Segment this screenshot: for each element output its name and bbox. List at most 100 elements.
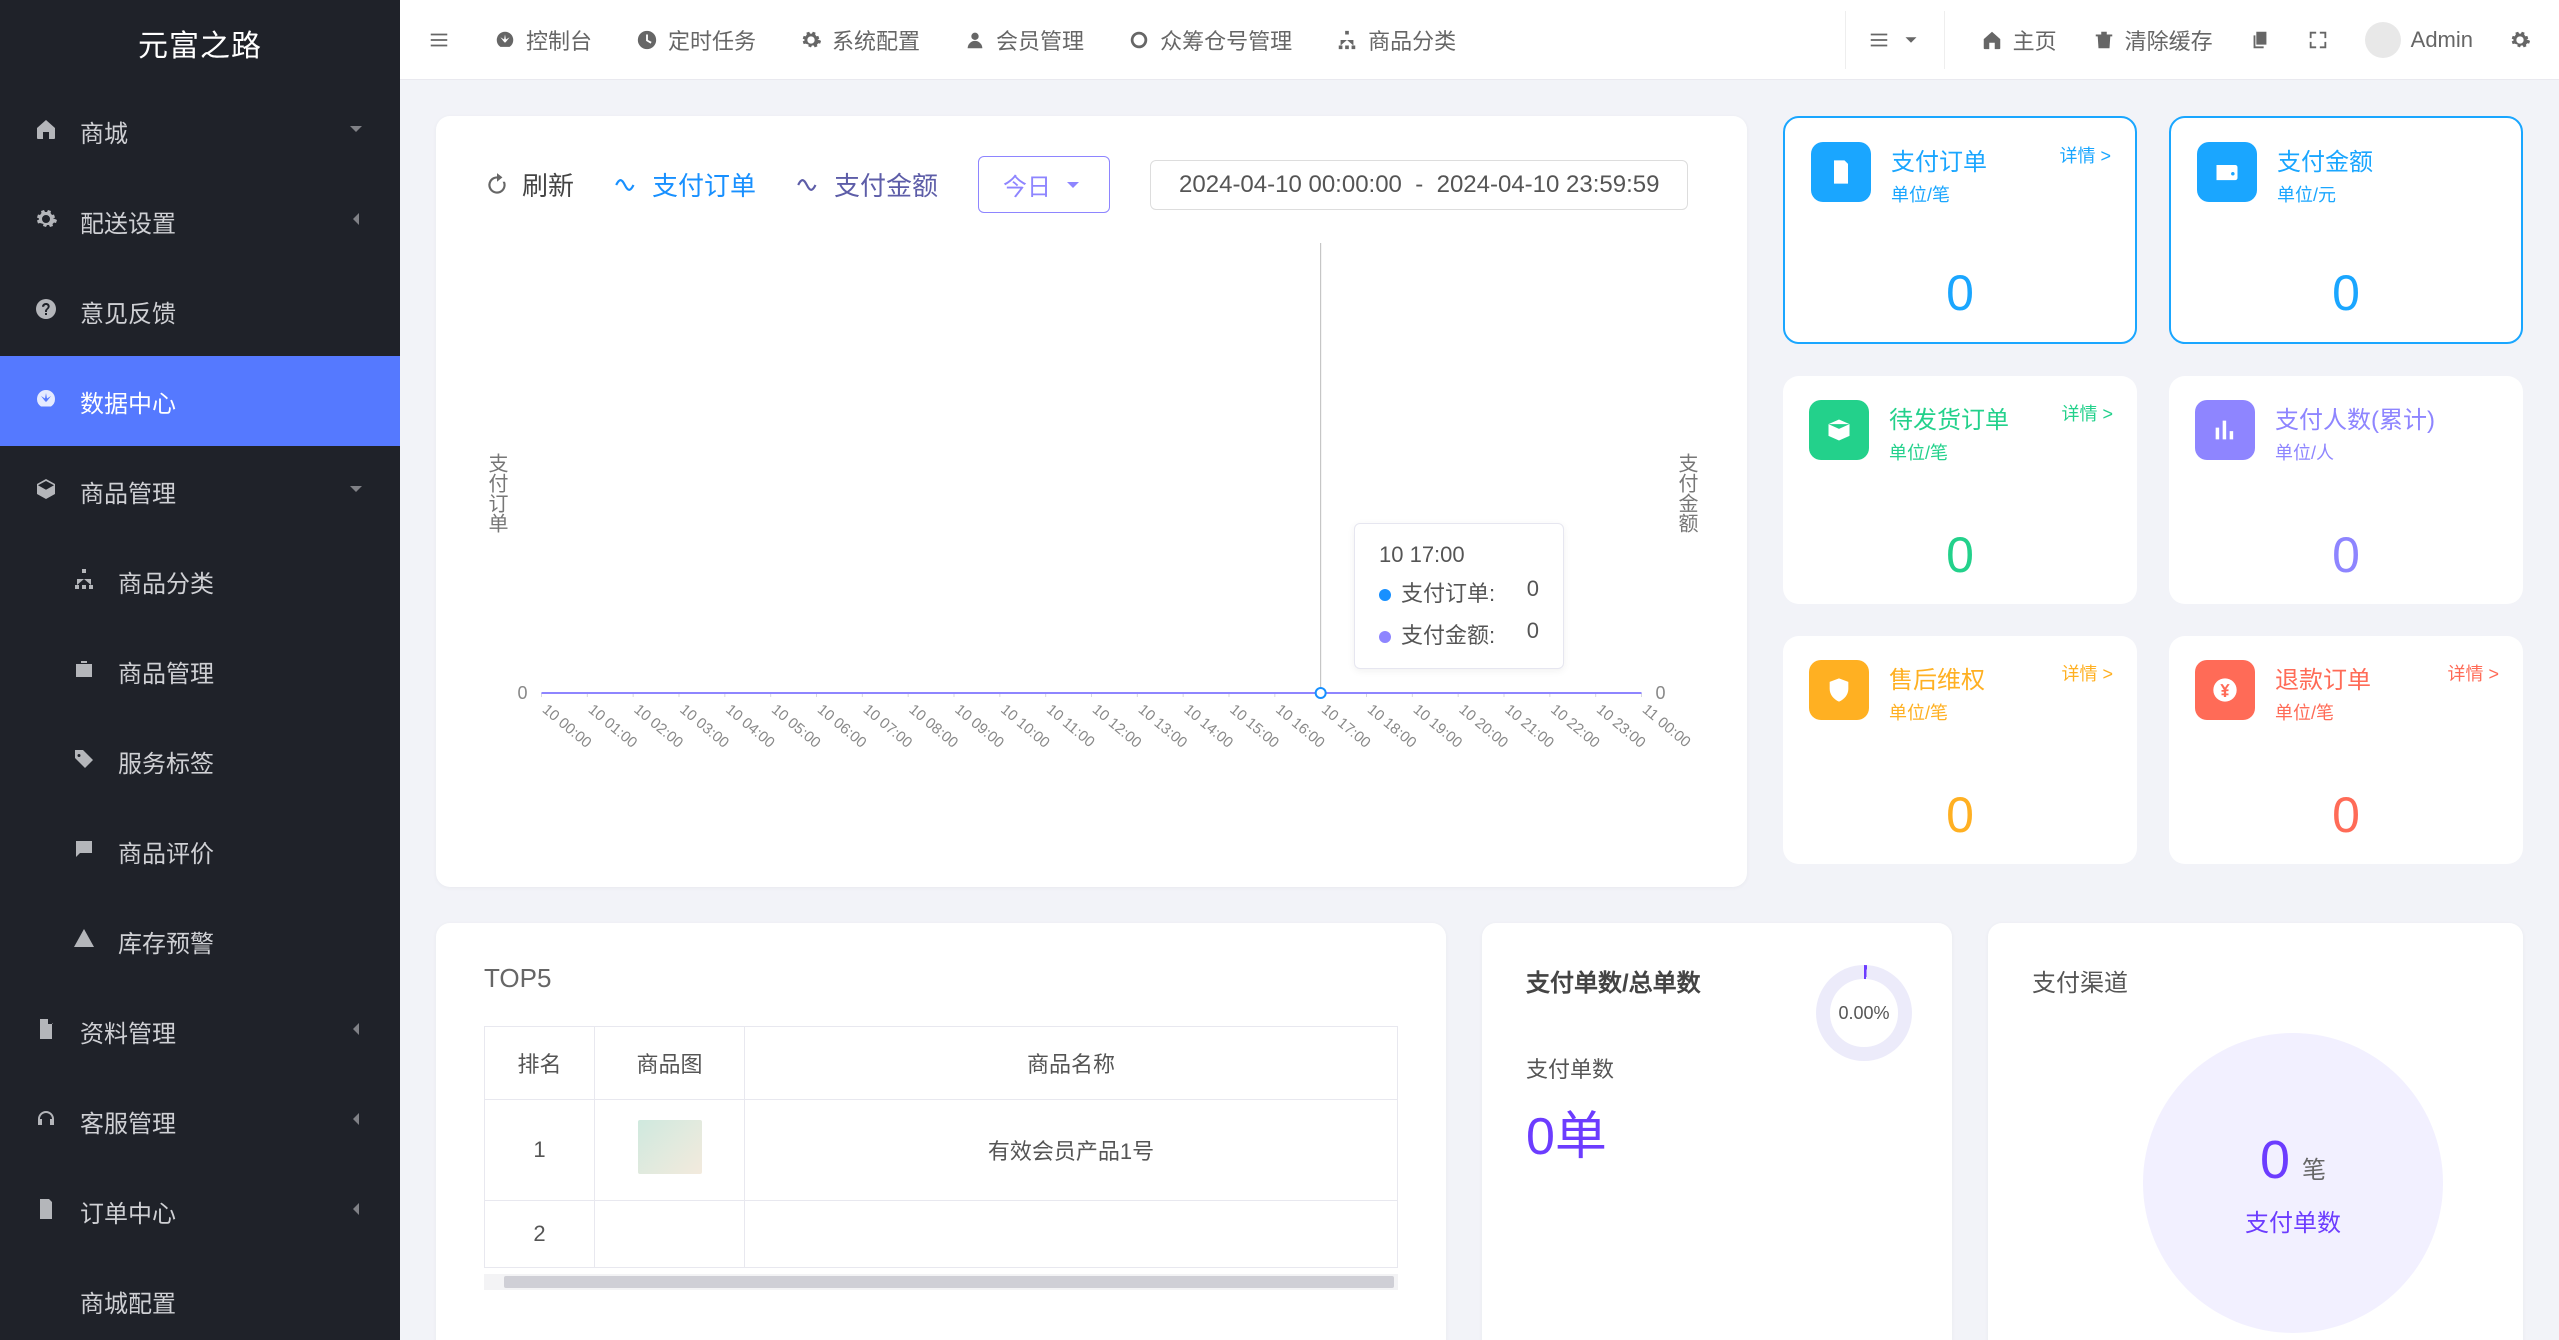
sidebar-item-label: 服务标签 bbox=[118, 744, 214, 779]
home-icon bbox=[32, 117, 60, 145]
topbar-item-label: 定时任务 bbox=[668, 24, 756, 56]
table-row[interactable]: 1有效会员产品1号 bbox=[485, 1100, 1398, 1201]
stat-card-4: 售后维权单位/笔详情 >0 bbox=[1783, 636, 2137, 864]
sidebar-item-11[interactable]: 客服管理 bbox=[0, 1076, 400, 1166]
stat-card-3: 支付人数(累计)单位/人0 bbox=[2169, 376, 2523, 604]
sidebar-item-4[interactable]: 商品管理 bbox=[0, 446, 400, 536]
sidebar-item-12[interactable]: 订单中心 bbox=[0, 1166, 400, 1256]
warn-icon bbox=[70, 927, 98, 955]
date-to: 2024-04-10 23:59:59 bbox=[1437, 171, 1660, 198]
top5-title: TOP5 bbox=[484, 963, 1398, 994]
sidebar-item-3[interactable]: 数据中心 bbox=[0, 356, 400, 446]
sidebar-item-2[interactable]: 意见反馈 bbox=[0, 266, 400, 356]
svg-text:10 02:00: 10 02:00 bbox=[631, 701, 687, 752]
topbar-item-label: 会员管理 bbox=[996, 24, 1084, 56]
top5-col-2: 商品名称 bbox=[745, 1027, 1398, 1100]
comment-icon bbox=[70, 837, 98, 865]
topbar-item-5[interactable]: 众筹仓号管理 bbox=[1128, 24, 1292, 56]
chart-area: 支付订单 支付金额 0010 00:0010 01:0010 02:0010 0… bbox=[484, 223, 1699, 863]
stat-detail-link[interactable]: 详情 > bbox=[2059, 142, 2111, 168]
series-amount-label: 支付金额 bbox=[834, 166, 938, 203]
date-from: 2024-04-10 00:00:00 bbox=[1179, 171, 1402, 198]
stat-unit: 单位/元 bbox=[2277, 181, 2373, 207]
top5-table: 排名商品图商品名称 1有效会员产品1号2 bbox=[484, 1026, 1398, 1268]
sidebar-item-13[interactable]: 商城配置 bbox=[0, 1256, 400, 1340]
chevron-left-icon bbox=[344, 1197, 368, 1225]
svg-text:0: 0 bbox=[1656, 683, 1666, 703]
topbar-expand[interactable] bbox=[2307, 29, 2329, 51]
name-cell bbox=[745, 1201, 1398, 1268]
bar-icon bbox=[2195, 400, 2255, 460]
sidebar-item-7[interactable]: 服务标签 bbox=[0, 716, 400, 806]
tag-icon bbox=[70, 747, 98, 775]
date-range-today[interactable]: 今日 bbox=[978, 156, 1110, 213]
topbar-item-1[interactable]: 控制台 bbox=[494, 24, 592, 56]
gear-icon bbox=[2509, 29, 2531, 51]
stat-card-0: 支付订单单位/笔详情 >0 bbox=[1783, 116, 2137, 344]
sidebar-item-label: 订单中心 bbox=[80, 1194, 176, 1229]
series-toggle-orders[interactable]: 支付订单 bbox=[614, 166, 756, 203]
topbar-item-0[interactable] bbox=[428, 29, 450, 51]
sidebar-item-10[interactable]: 资料管理 bbox=[0, 986, 400, 1076]
sidebar-item-0[interactable]: 商城 bbox=[0, 86, 400, 176]
gear-icon bbox=[32, 207, 60, 235]
ratio-value: 0单 bbox=[1526, 1094, 1908, 1169]
sidebar-item-5[interactable]: 商品分类 bbox=[0, 536, 400, 626]
stat-value: 0 bbox=[2197, 264, 2495, 322]
sidebar-item-8[interactable]: 商品评价 bbox=[0, 806, 400, 896]
stat-detail-link[interactable]: 详情 > bbox=[2061, 660, 2113, 686]
topbar-user[interactable]: Admin bbox=[2365, 22, 2473, 58]
svg-text:10 17:00: 10 17:00 bbox=[1318, 701, 1374, 752]
sidebar-item-label: 商品分类 bbox=[118, 564, 214, 599]
sitemap-icon bbox=[70, 567, 98, 595]
series-toggle-amount[interactable]: 支付金额 bbox=[796, 166, 938, 203]
wave-icon bbox=[796, 172, 822, 198]
content-scroll[interactable]: 刷新 支付订单 支付金额 今日 bbox=[400, 80, 2559, 1340]
topbar-copy[interactable] bbox=[2249, 29, 2271, 51]
tooltip-s2-val: 0 bbox=[1527, 618, 1539, 650]
chevron-down-icon bbox=[344, 117, 368, 145]
svg-text:10 12:00: 10 12:00 bbox=[1089, 701, 1145, 752]
sidebar-item-1[interactable]: 配送设置 bbox=[0, 176, 400, 266]
stat-detail-link[interactable]: 详情 > bbox=[2447, 660, 2499, 686]
doc-icon bbox=[1811, 142, 1871, 202]
bars-icon bbox=[428, 29, 450, 51]
topbar-clear-cache[interactable]: 清除缓存 bbox=[2093, 24, 2213, 56]
tooltip-s1-val: 0 bbox=[1527, 576, 1539, 608]
svg-text:10 14:00: 10 14:00 bbox=[1181, 701, 1237, 752]
dash-icon bbox=[32, 387, 60, 415]
stat-title: 支付人数(累计) bbox=[2275, 400, 2435, 435]
refresh-icon bbox=[484, 172, 510, 198]
topbar-item-2[interactable]: 定时任务 bbox=[636, 24, 756, 56]
chevron-left-icon bbox=[344, 1107, 368, 1135]
channel-label: 支付单数 bbox=[2245, 1203, 2341, 1238]
chart-card: 刷新 支付订单 支付金额 今日 bbox=[436, 116, 1747, 887]
stat-value: 0 bbox=[1809, 786, 2111, 844]
svg-text:10 04:00: 10 04:00 bbox=[722, 701, 778, 752]
gear-icon bbox=[800, 29, 822, 51]
refresh-button[interactable]: 刷新 bbox=[484, 166, 574, 203]
svg-text:10 16:00: 10 16:00 bbox=[1272, 701, 1328, 752]
stat-card-2: 待发货订单单位/笔详情 >0 bbox=[1783, 376, 2137, 604]
topbar-menu-dropdown[interactable] bbox=[1845, 11, 1945, 69]
date-range-picker[interactable]: 2024-04-10 00:00:00 - 2024-04-10 23:59:5… bbox=[1150, 160, 1688, 210]
topbar-item-3[interactable]: 系统配置 bbox=[800, 24, 920, 56]
sidebar-item-label: 商品管理 bbox=[118, 654, 214, 689]
sidebar-item-9[interactable]: 库存预警 bbox=[0, 896, 400, 986]
topbar-settings[interactable] bbox=[2509, 29, 2531, 51]
topbar-item-4[interactable]: 会员管理 bbox=[964, 24, 1084, 56]
ratio-gauge-value: 0.00% bbox=[1830, 979, 1897, 1046]
trash-icon bbox=[2093, 29, 2115, 51]
top5-horizontal-scrollbar[interactable] bbox=[484, 1274, 1398, 1290]
topbar-home[interactable]: 主页 bbox=[1981, 24, 2057, 56]
stat-detail-link[interactable]: 详情 > bbox=[2061, 400, 2113, 426]
table-row[interactable]: 2 bbox=[485, 1201, 1398, 1268]
avatar bbox=[2365, 22, 2401, 58]
sidebar-item-6[interactable]: 商品管理 bbox=[0, 626, 400, 716]
sidebar-item-label: 配送设置 bbox=[80, 204, 176, 239]
chart-svg[interactable]: 0010 00:0010 01:0010 02:0010 03:0010 04:… bbox=[484, 223, 1699, 783]
stat-title: 支付订单 bbox=[1891, 142, 1987, 177]
topbar-item-6[interactable]: 商品分类 bbox=[1336, 24, 1456, 56]
svg-text:10 05:00: 10 05:00 bbox=[768, 701, 824, 752]
svg-text:10 22:00: 10 22:00 bbox=[1547, 701, 1603, 752]
